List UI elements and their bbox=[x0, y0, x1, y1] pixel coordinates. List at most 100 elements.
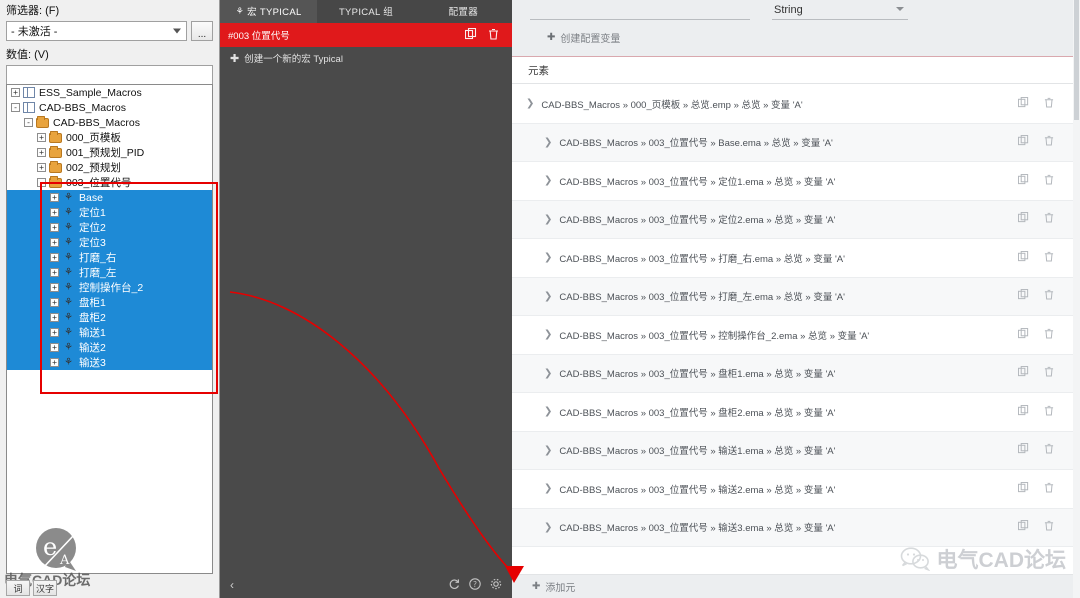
tree-expander[interactable]: + bbox=[50, 343, 59, 352]
refresh-icon[interactable] bbox=[448, 578, 460, 593]
tree-item[interactable]: + ⚘ 定位2 bbox=[7, 220, 212, 235]
tree-expander[interactable]: - bbox=[11, 103, 20, 112]
trash-icon[interactable] bbox=[1036, 212, 1062, 226]
copy-icon[interactable] bbox=[1010, 443, 1036, 457]
tree-item[interactable]: + ⚘ 输送2 bbox=[7, 340, 212, 355]
tree-expander[interactable]: + bbox=[50, 298, 59, 307]
trash-icon[interactable] bbox=[1036, 520, 1062, 534]
tree-expander[interactable]: + bbox=[50, 358, 59, 367]
add-element-button[interactable]: ✚ 添加元 bbox=[512, 574, 1080, 598]
tab-0[interactable]: ⚘ 宏 TYPICAL bbox=[220, 0, 318, 23]
element-row[interactable]: ❯ CAD-BBS_Macros » 003_位置代号 » 打磨_左.ema » … bbox=[512, 277, 1080, 316]
chevron-right-icon[interactable]: ❯ bbox=[544, 137, 552, 148]
chevron-left-icon[interactable]: ‹ bbox=[230, 578, 234, 592]
tree-expander[interactable]: + bbox=[50, 223, 59, 232]
copy-icon[interactable] bbox=[1010, 404, 1036, 419]
tree-expander[interactable]: + bbox=[50, 193, 59, 202]
chevron-right-icon[interactable]: ❯ bbox=[544, 368, 552, 379]
copy-icon[interactable] bbox=[1010, 289, 1036, 303]
tree-item[interactable]: + ⚘ 输送3 bbox=[7, 355, 212, 370]
vertical-scrollbar[interactable] bbox=[1073, 0, 1080, 598]
trash-icon[interactable] bbox=[1036, 135, 1062, 149]
chevron-right-icon[interactable]: ❯ bbox=[544, 329, 552, 340]
tree-item[interactable]: +002_预规划 bbox=[7, 160, 212, 175]
element-row[interactable]: ❯ CAD-BBS_Macros » 003_位置代号 » 定位1.ema » 总… bbox=[512, 162, 1080, 201]
status-cell-0[interactable]: 词 bbox=[6, 580, 30, 596]
tree-expander[interactable]: + bbox=[50, 313, 59, 322]
filter-combobox[interactable]: - 未激活 - bbox=[6, 21, 187, 41]
macro-tree[interactable]: + ESS_Sample_Macros - CAD-BBS_Macros - CAD-BB… bbox=[6, 84, 213, 574]
chevron-right-icon[interactable]: ❯ bbox=[526, 98, 534, 109]
tree-expander[interactable]: + bbox=[50, 208, 59, 217]
filter-more-button[interactable]: ... bbox=[191, 21, 213, 41]
tree-item[interactable]: + ⚘ Base bbox=[7, 190, 212, 205]
tree-expander[interactable]: + bbox=[50, 328, 59, 337]
tree-expander[interactable]: + bbox=[37, 163, 46, 172]
copy-icon[interactable] bbox=[1010, 327, 1036, 342]
chevron-right-icon[interactable]: ❯ bbox=[544, 522, 552, 533]
copy-icon[interactable] bbox=[460, 27, 482, 43]
tree-item[interactable]: + ESS_Sample_Macros bbox=[7, 85, 212, 100]
copy-icon[interactable] bbox=[1010, 481, 1036, 496]
help-icon[interactable]: ? bbox=[469, 577, 481, 593]
tree-item[interactable]: - CAD-BBS_Macros bbox=[7, 100, 212, 115]
selected-typical-bar[interactable]: #003 位置代号 bbox=[220, 23, 512, 47]
trash-icon[interactable] bbox=[1036, 366, 1062, 380]
copy-icon[interactable] bbox=[1010, 250, 1036, 265]
copy-icon[interactable] bbox=[1010, 366, 1036, 380]
element-row[interactable]: ❯ CAD-BBS_Macros » 003_位置代号 » 盘柜2.ema » 总… bbox=[512, 393, 1080, 432]
variable-name-input[interactable] bbox=[530, 0, 750, 20]
element-row[interactable]: ❯ CAD-BBS_Macros » 003_位置代号 » 控制操作台_2.ema… bbox=[512, 316, 1080, 355]
tree-item[interactable]: + ⚘ 定位1 bbox=[7, 205, 212, 220]
tree-item[interactable]: + ⚘ 盘柜1 bbox=[7, 295, 212, 310]
copy-icon[interactable] bbox=[1010, 135, 1036, 149]
scrollbar-thumb[interactable] bbox=[1074, 0, 1079, 120]
gear-icon[interactable] bbox=[490, 578, 502, 593]
element-row[interactable]: ❯ CAD-BBS_Macros » 003_位置代号 » 输送3.ema » 总… bbox=[512, 508, 1080, 547]
tree-item[interactable]: +001_预规划_PID bbox=[7, 145, 212, 160]
chevron-right-icon[interactable]: ❯ bbox=[544, 406, 552, 417]
chevron-right-icon[interactable]: ❯ bbox=[544, 252, 552, 263]
create-typical-button[interactable]: ✚ 创建一个新的宏 Typical bbox=[220, 47, 512, 69]
tab-2[interactable]: 配置器 bbox=[415, 0, 512, 23]
copy-icon[interactable] bbox=[1010, 173, 1036, 188]
element-row[interactable]: ❯ CAD-BBS_Macros » 000_页模板 » 总览.emp » 总览 … bbox=[512, 85, 1080, 124]
trash-icon[interactable] bbox=[1036, 289, 1062, 303]
tree-expander[interactable]: - bbox=[24, 118, 33, 127]
trash-icon[interactable] bbox=[1036, 174, 1062, 188]
trash-icon[interactable] bbox=[1036, 482, 1062, 496]
trash-icon[interactable] bbox=[1036, 328, 1062, 342]
tab-1[interactable]: TYPICAL 组 bbox=[317, 0, 414, 23]
tree-expander[interactable]: + bbox=[50, 253, 59, 262]
tree-item[interactable]: + ⚘ 定位3 bbox=[7, 235, 212, 250]
tree-item[interactable]: + ⚘ 输送1 bbox=[7, 325, 212, 340]
copy-icon[interactable] bbox=[1010, 96, 1036, 111]
chevron-right-icon[interactable]: ❯ bbox=[544, 214, 552, 225]
element-row[interactable]: ❯ CAD-BBS_Macros » 003_位置代号 » 定位2.ema » 总… bbox=[512, 200, 1080, 239]
trash-icon[interactable] bbox=[1036, 443, 1062, 457]
element-row[interactable]: ❯ CAD-BBS_Macros » 003_位置代号 » 盘柜1.ema » 总… bbox=[512, 354, 1080, 393]
chevron-right-icon[interactable]: ❯ bbox=[544, 291, 552, 302]
tree-item[interactable]: + ⚘ 打磨_右 bbox=[7, 250, 212, 265]
trash-icon[interactable] bbox=[1036, 97, 1062, 111]
chevron-right-icon[interactable]: ❯ bbox=[544, 175, 552, 186]
tree-item[interactable]: + ⚘ 打磨_左 bbox=[7, 265, 212, 280]
create-config-variable-button[interactable]: ✚ 创建配置变量 bbox=[512, 22, 1080, 45]
tree-item[interactable]: - CAD-BBS_Macros bbox=[7, 115, 212, 130]
tree-item[interactable]: + ⚘ 控制操作台_2 bbox=[7, 280, 212, 295]
tree-expander[interactable]: + bbox=[37, 148, 46, 157]
tree-expander[interactable]: + bbox=[11, 88, 20, 97]
copy-icon[interactable] bbox=[1010, 520, 1036, 534]
copy-icon[interactable] bbox=[1010, 212, 1036, 226]
chevron-right-icon[interactable]: ❯ bbox=[544, 445, 552, 456]
tree-item[interactable]: + ⚘ 盘柜2 bbox=[7, 310, 212, 325]
tree-expander[interactable]: + bbox=[50, 283, 59, 292]
tree-expander[interactable]: + bbox=[50, 268, 59, 277]
element-row[interactable]: ❯ CAD-BBS_Macros » 003_位置代号 » Base.ema » … bbox=[512, 123, 1080, 162]
tree-item[interactable]: - 003_位置代号 bbox=[7, 175, 212, 190]
trash-icon[interactable] bbox=[482, 28, 504, 43]
element-row[interactable]: ❯ CAD-BBS_Macros » 003_位置代号 » 打磨_右.ema » … bbox=[512, 239, 1080, 278]
element-row[interactable]: ❯ CAD-BBS_Macros » 003_位置代号 » 输送1.ema » 总… bbox=[512, 431, 1080, 470]
trash-icon[interactable] bbox=[1036, 251, 1062, 265]
tree-expander[interactable]: + bbox=[50, 238, 59, 247]
